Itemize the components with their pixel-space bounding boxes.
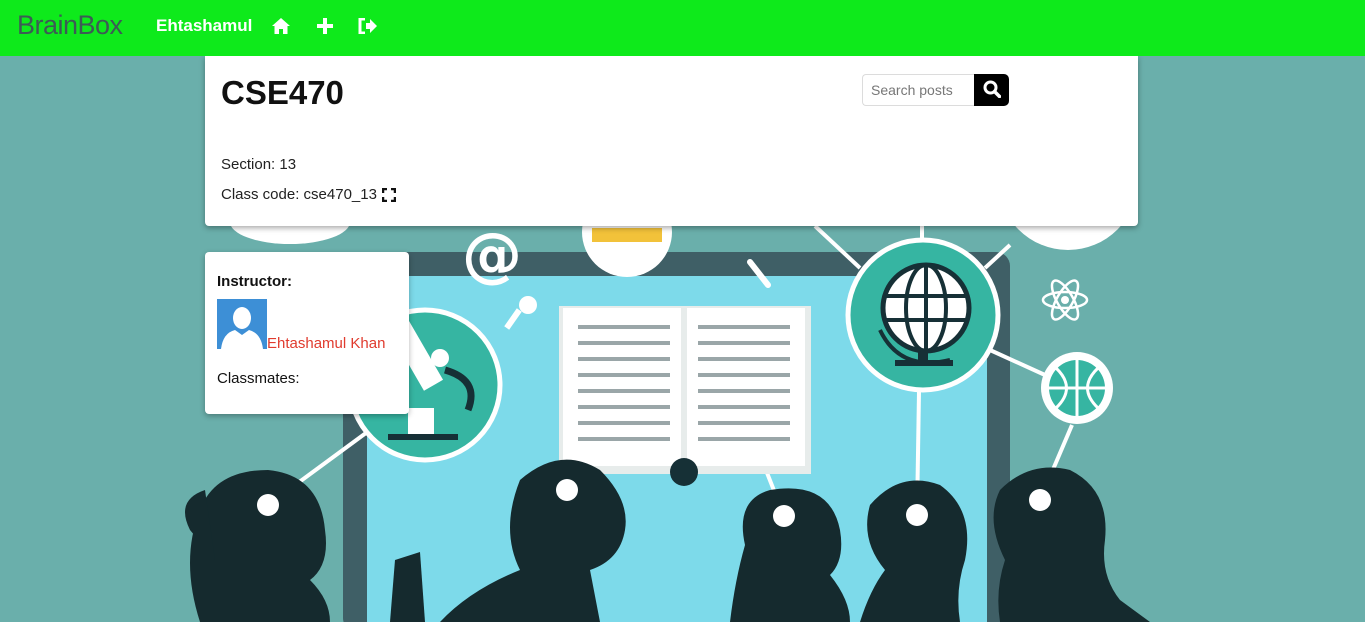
search-button[interactable]: [974, 74, 1009, 106]
search-icon: [983, 80, 1001, 101]
svg-text:@: @: [462, 220, 522, 290]
instructor-heading: Instructor:: [217, 273, 292, 290]
search-form: [862, 74, 1009, 106]
sign-out-icon[interactable]: [357, 15, 379, 37]
instructor-name-link[interactable]: Ehtashamul Khan: [267, 335, 385, 352]
search-input[interactable]: [862, 74, 974, 106]
class-code-label: Class code: cse470_13: [221, 186, 377, 203]
plus-icon[interactable]: [314, 15, 336, 37]
classmates-heading: Classmates:: [217, 370, 300, 387]
brand-logo-link[interactable]: BrainBox: [17, 10, 123, 41]
avatar: [217, 299, 267, 349]
course-header-card: CSE470 Section: 13 Class code: cse470_13: [205, 56, 1138, 226]
home-icon[interactable]: [270, 15, 292, 37]
user-profile-link[interactable]: Ehtashamul: [156, 16, 252, 36]
fullscreen-icon[interactable]: [381, 187, 396, 202]
section-label: Section: 13: [221, 156, 297, 173]
ball-bubble: [1041, 352, 1113, 424]
course-title: CSE470: [221, 74, 344, 111]
open-book: [559, 306, 811, 486]
globe-bubble: [845, 237, 1001, 393]
top-navbar: BrainBox Ehtashamul: [0, 0, 1365, 56]
class-code-row: Class code: cse470_13: [221, 186, 396, 203]
people-card: Instructor: Ehtashamul Khan Classmates:: [205, 252, 409, 414]
